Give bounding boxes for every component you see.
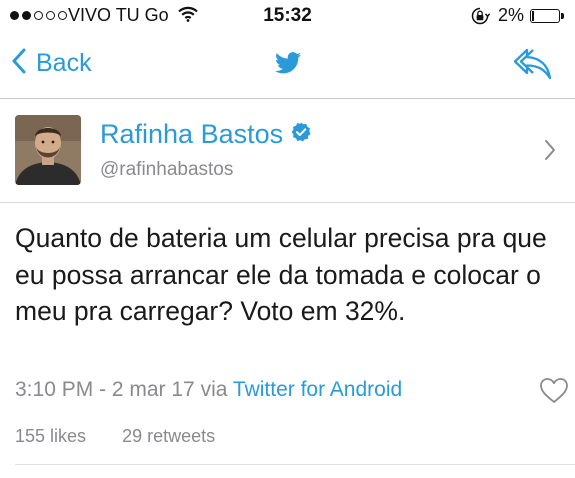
- profile-name[interactable]: Rafinha Bastos: [100, 119, 283, 150]
- retweets-count[interactable]: 29 retweets: [122, 426, 215, 446]
- tweet-timestamp: 3:10 PM - 2 mar 17: [15, 378, 195, 401]
- tweet-stats: 155 likes 29 retweets: [15, 426, 215, 447]
- chevron-left-icon: [12, 48, 26, 79]
- heart-icon[interactable]: [539, 377, 569, 409]
- tweet-via-label: via: [200, 378, 228, 401]
- battery-level: [532, 11, 534, 21]
- verified-badge-icon: [291, 122, 311, 147]
- name-row: Rafinha Bastos: [100, 119, 311, 150]
- orientation-lock-icon: [470, 6, 491, 31]
- divider: [15, 464, 575, 465]
- avatar[interactable]: [15, 115, 81, 185]
- likes-count[interactable]: 155 likes: [15, 426, 86, 446]
- reply-icon[interactable]: [513, 47, 553, 86]
- battery-cap: [561, 13, 564, 19]
- profile-row[interactable]: Rafinha Bastos @rafinhabastos: [0, 99, 575, 203]
- twitter-bird-icon: [275, 52, 301, 79]
- tweet-meta: 3:10 PM - 2 mar 17 via Twitter for Andro…: [15, 378, 402, 402]
- chevron-right-icon: [544, 139, 556, 166]
- status-bar: VIVO TU Go 15:32 2%: [0, 0, 575, 34]
- profile-handle: @rafinhabastos: [100, 159, 234, 180]
- battery-percent: 2%: [498, 5, 525, 25]
- battery-icon: [530, 9, 560, 23]
- tweet-text: Quanto de bateria um celular precisa pra…: [15, 223, 547, 326]
- tweet-source-link[interactable]: Twitter for Android: [233, 378, 402, 401]
- back-button[interactable]: Back: [12, 48, 92, 79]
- back-label: Back: [36, 49, 92, 77]
- navigation-bar: Back: [0, 34, 575, 99]
